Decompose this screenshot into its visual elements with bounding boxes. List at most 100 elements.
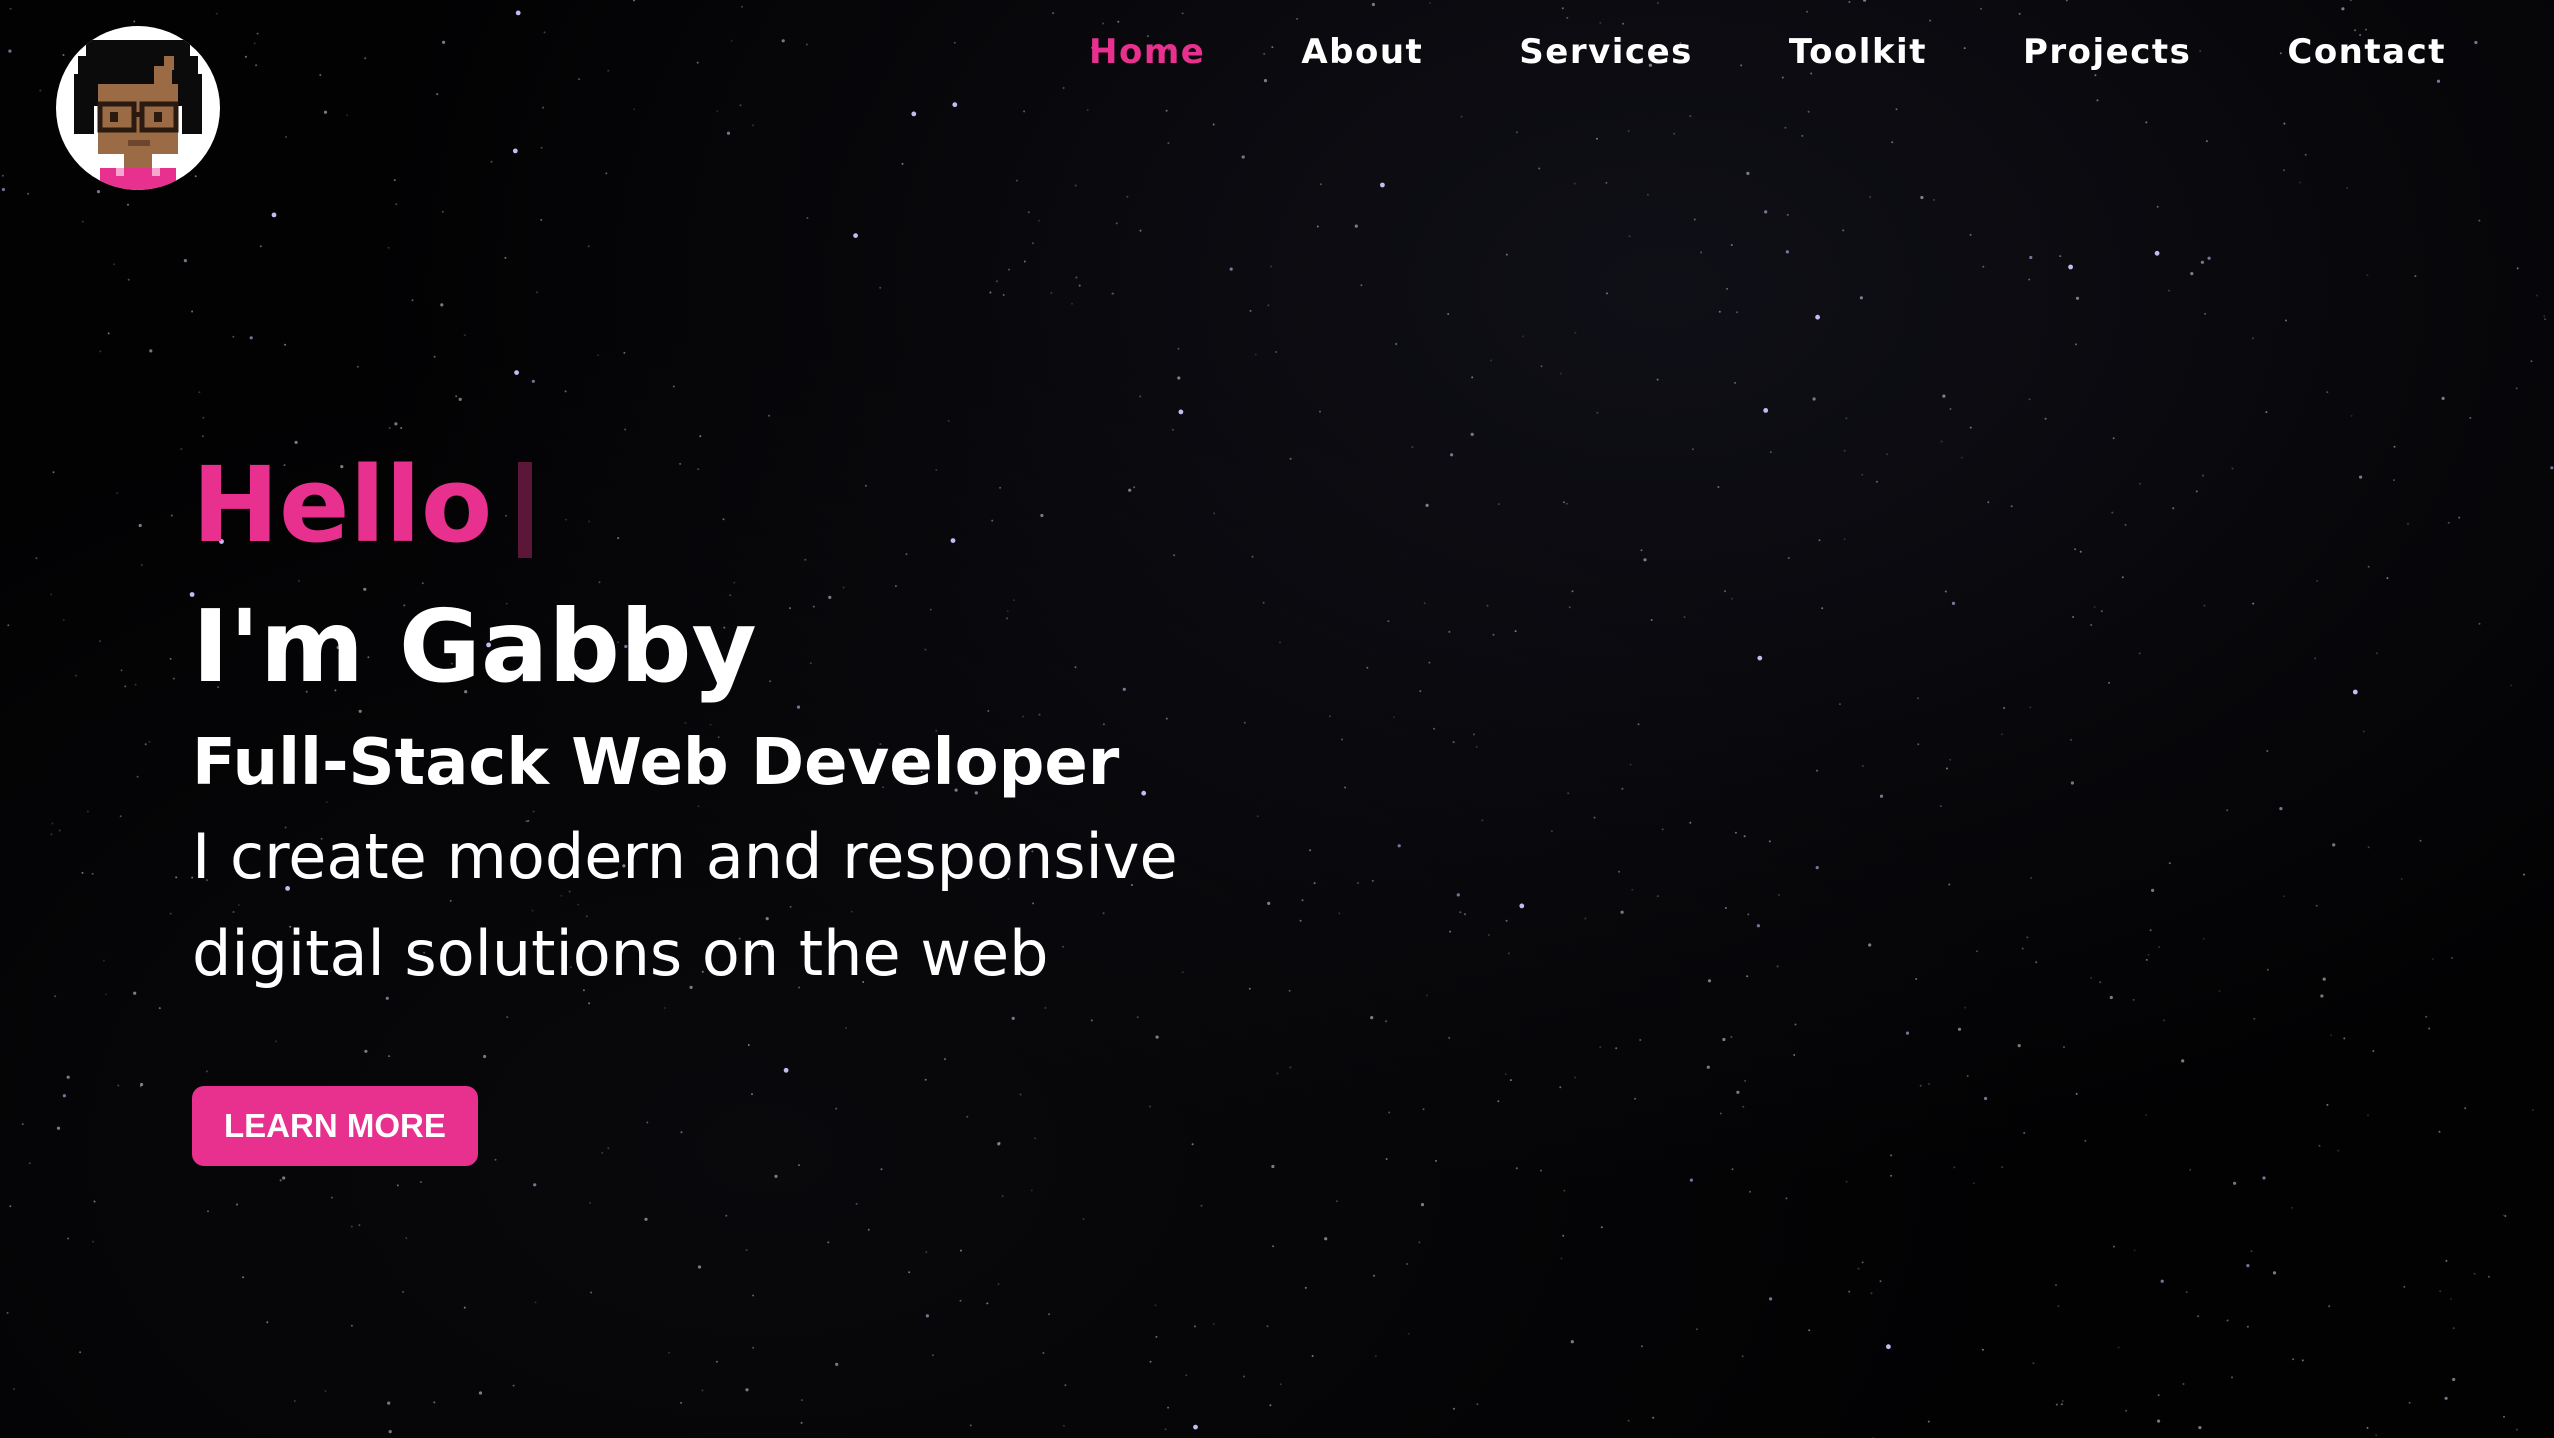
star <box>1787 557 1790 559</box>
star <box>169 912 172 915</box>
star <box>1845 1180 1848 1183</box>
star <box>158 1007 161 1010</box>
star <box>2438 1130 2441 1133</box>
star <box>1777 893 1780 896</box>
star <box>202 416 205 419</box>
star <box>2157 1419 2161 1423</box>
star <box>1919 1084 1922 1087</box>
star <box>1573 182 1576 185</box>
star <box>1154 1304 1157 1307</box>
star <box>2112 437 2115 440</box>
star <box>2464 1107 2467 1110</box>
star <box>2441 396 2445 400</box>
star <box>1272 1245 1275 1248</box>
star <box>52 471 55 474</box>
star <box>1917 697 1919 700</box>
star <box>1002 294 1005 296</box>
star <box>436 93 439 96</box>
star <box>81 871 84 874</box>
star <box>1185 1374 1188 1377</box>
star <box>2205 140 2208 143</box>
star <box>1193 1424 1198 1430</box>
star <box>358 1224 361 1227</box>
star <box>853 233 858 239</box>
star <box>1781 76 1784 79</box>
star <box>139 1085 142 1088</box>
star <box>1622 22 1625 25</box>
nav-home-link[interactable]: Home <box>1089 30 1205 74</box>
nav-projects-link[interactable]: Projects <box>2023 30 2191 74</box>
star <box>1895 108 1898 111</box>
star <box>201 435 204 438</box>
star <box>1171 428 1174 431</box>
star <box>1565 502 1568 505</box>
star <box>2147 953 2150 956</box>
star <box>1374 1355 1377 1358</box>
star <box>605 172 608 175</box>
hero-section: Hello I'm Gabby Full-Stack Web Developer… <box>192 440 1492 1166</box>
star <box>2055 1284 2057 1287</box>
star <box>1509 1079 1512 1082</box>
star <box>515 10 521 16</box>
star <box>1596 137 1598 140</box>
star <box>1042 1352 1045 1354</box>
star <box>1052 12 1055 15</box>
star <box>266 1321 269 1324</box>
star <box>1615 1047 1618 1050</box>
star <box>1984 1096 1988 1101</box>
star <box>1139 229 1142 232</box>
star <box>1570 1340 1574 1344</box>
star <box>1177 347 1180 350</box>
star <box>215 12 218 15</box>
star <box>102 959 105 962</box>
avatar-logo[interactable] <box>56 26 220 190</box>
star <box>127 278 130 281</box>
star <box>8 49 12 53</box>
star <box>107 332 110 335</box>
star <box>1628 235 1631 238</box>
star <box>1319 410 1321 413</box>
star <box>543 31 546 34</box>
star <box>2298 181 2301 184</box>
star <box>2202 937 2205 940</box>
star <box>2359 475 2363 479</box>
star <box>1490 359 1493 362</box>
nav-about-link[interactable]: About <box>1301 30 1423 74</box>
star <box>2439 1290 2442 1293</box>
learn-more-button[interactable]: LEARN MORE <box>192 1086 478 1166</box>
star <box>2065 0 2068 2</box>
star <box>2352 689 2358 695</box>
star <box>2139 482 2141 485</box>
star <box>1627 130 1630 132</box>
star <box>1875 480 1878 483</box>
nav-services-link[interactable]: Services <box>1519 30 1693 74</box>
star <box>1700 251 1703 254</box>
star <box>2407 522 2409 525</box>
star <box>2326 1103 2329 1106</box>
star <box>2452 1377 2456 1382</box>
star <box>1890 1154 1893 1157</box>
star <box>2272 1271 2277 1275</box>
star <box>1075 276 1078 279</box>
star <box>236 1203 238 1206</box>
star <box>1741 1355 1744 1358</box>
star <box>1078 284 1081 287</box>
star <box>350 1324 353 1327</box>
star <box>2366 1426 2369 1429</box>
star <box>699 435 702 438</box>
star <box>623 351 626 354</box>
star <box>1785 250 1789 254</box>
nav-toolkit-link[interactable]: Toolkit <box>1789 30 1927 74</box>
star <box>28 1162 31 1165</box>
star <box>62 619 65 622</box>
star <box>1296 17 1299 20</box>
star <box>2283 169 2285 172</box>
star <box>1981 1348 1984 1351</box>
star <box>66 1075 70 1079</box>
star <box>1946 767 1948 770</box>
star <box>2386 577 2389 580</box>
star <box>1689 821 1692 824</box>
star <box>633 0 635 2</box>
nav-contact-link[interactable]: Contact <box>2287 30 2446 74</box>
star <box>1115 222 1118 225</box>
